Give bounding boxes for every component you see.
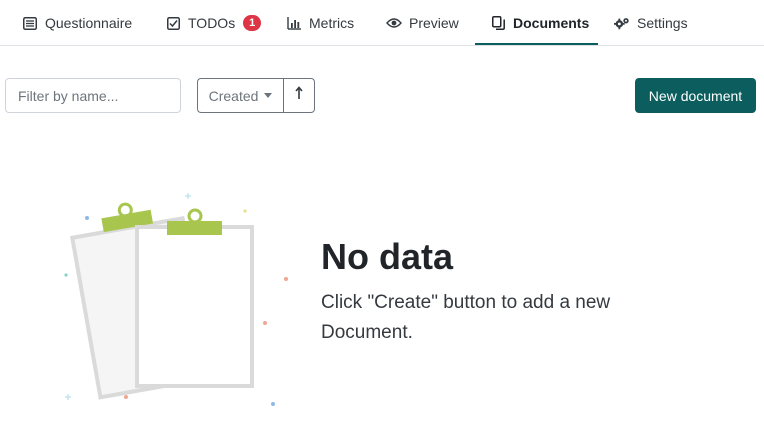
todo-count-badge: 1 — [243, 15, 262, 31]
sort-field-dropdown[interactable]: Created — [197, 78, 283, 113]
tab-label: Documents — [513, 15, 590, 31]
documents-icon — [490, 15, 506, 31]
tab-label: Questionnaire — [45, 15, 133, 31]
new-document-button[interactable]: New document — [635, 78, 756, 113]
tab-todos[interactable]: TODOs 1 — [165, 0, 262, 46]
caret-down-icon — [264, 93, 273, 98]
sort-field-label: Created — [208, 87, 259, 104]
empty-state-message: Click "Create" button to add a new Docum… — [321, 292, 611, 343]
sort-order-button[interactable] — [283, 78, 315, 113]
tab-label: Metrics — [309, 15, 355, 31]
tab-settings[interactable]: Settings — [614, 0, 688, 46]
empty-state-illustration — [55, 185, 305, 410]
tab-label: Settings — [637, 15, 688, 31]
gears-icon — [614, 15, 630, 31]
tab-metrics[interactable]: Metrics — [286, 0, 354, 46]
tab-documents[interactable]: Documents — [490, 0, 589, 46]
tab-preview[interactable]: Preview — [386, 0, 459, 46]
filter-by-name-input[interactable] — [5, 78, 181, 113]
tab-questionnaire[interactable]: Questionnaire — [22, 0, 132, 46]
eye-icon — [386, 15, 402, 31]
tab-label: Preview — [409, 15, 459, 31]
list-icon — [22, 15, 38, 31]
bar-chart-icon — [286, 15, 302, 31]
checkbox-icon — [165, 15, 181, 31]
active-tab-indicator — [475, 43, 598, 45]
tab-bar: Questionnaire TODOs 1 Metrics Preview Do… — [0, 0, 764, 46]
empty-state-title: No data — [321, 236, 454, 277]
arrow-up-icon — [295, 86, 303, 105]
tab-label: TODOs — [188, 15, 236, 31]
